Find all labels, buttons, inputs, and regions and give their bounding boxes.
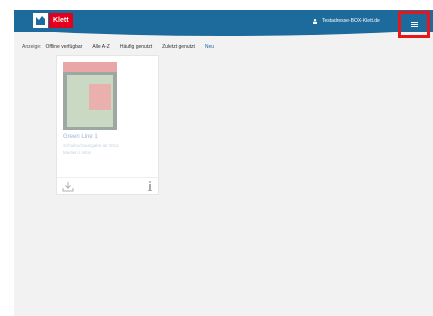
user-account[interactable]: Testadresse-BOX-Klett.de bbox=[313, 16, 380, 26]
tab-all-az[interactable]: Alle A-Z bbox=[92, 44, 110, 50]
book-subtitle: Schulbuchausgabe ab 2014 bbox=[63, 143, 119, 148]
header-wave bbox=[14, 28, 433, 36]
tab-frequently-used[interactable]: Häufig genutzt bbox=[120, 44, 152, 50]
tab-new[interactable]: Neu bbox=[205, 44, 214, 50]
book-extra: Medien / Infos bbox=[63, 150, 92, 155]
filter-bar: Anzeige: Offline verfügbar Alle A-Z Häuf… bbox=[22, 43, 224, 51]
tab-offline[interactable]: Offline verfügbar bbox=[45, 44, 82, 50]
klett-logo[interactable]: Klett bbox=[33, 13, 73, 28]
book-title: Green Line 1 bbox=[63, 134, 98, 140]
user-icon bbox=[313, 18, 317, 24]
logo-text: Klett bbox=[49, 13, 73, 28]
tab-recently-used[interactable]: Zuletzt genutzt bbox=[162, 44, 195, 50]
book-card[interactable]: Green Line 1 Schulbuchausgabe ab 2014 Me… bbox=[56, 55, 159, 195]
filter-label: Anzeige: bbox=[22, 44, 42, 50]
user-email: Testadresse-BOX-Klett.de bbox=[322, 18, 380, 24]
hamburger-menu-icon bbox=[410, 22, 418, 27]
klett-emblem-icon bbox=[33, 13, 48, 28]
info-icon[interactable] bbox=[147, 181, 153, 192]
book-cover[interactable] bbox=[63, 62, 117, 130]
card-divider bbox=[57, 177, 158, 178]
download-icon[interactable] bbox=[62, 181, 74, 192]
menu-button[interactable] bbox=[398, 11, 430, 38]
